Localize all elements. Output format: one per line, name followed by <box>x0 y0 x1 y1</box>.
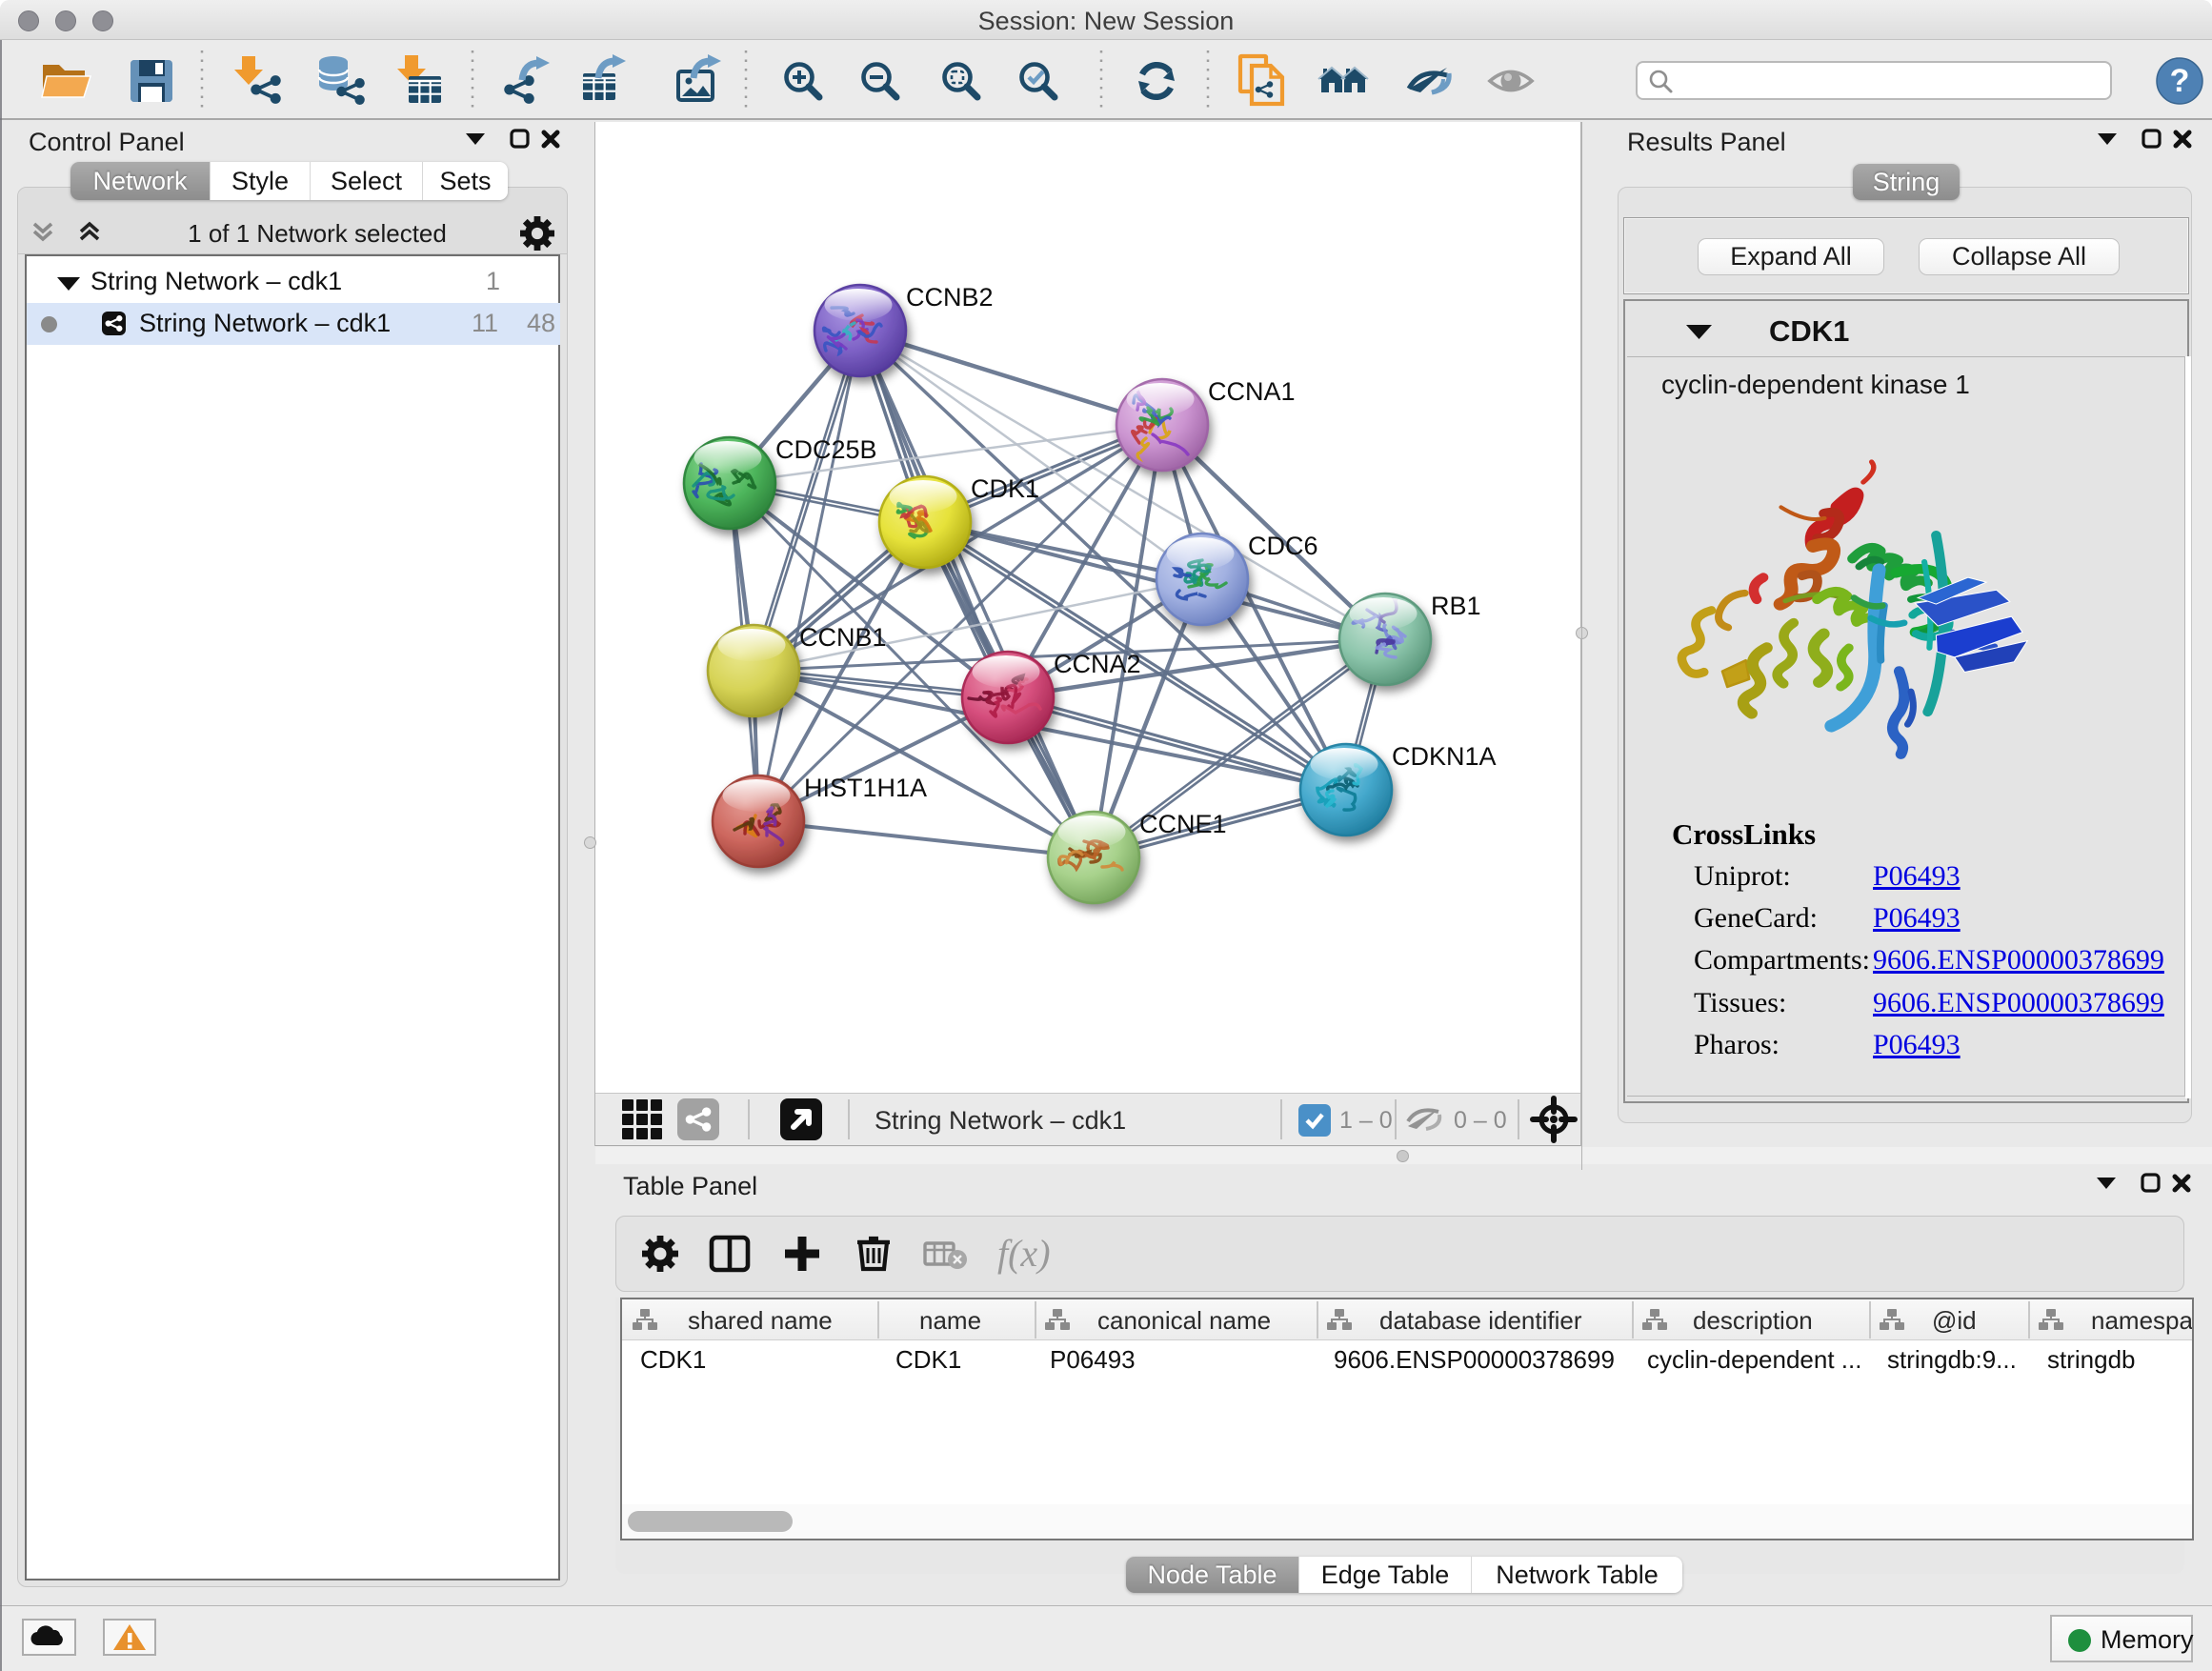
svg-text:@id: @id <box>1932 1306 1977 1335</box>
svg-text:CCNE1: CCNE1 <box>1139 810 1227 838</box>
svg-text:String Network – cdk1: String Network – cdk1 <box>875 1106 1126 1135</box>
svg-text:f(x): f(x) <box>997 1232 1051 1275</box>
svg-text:namespac: namespac <box>2091 1306 2192 1335</box>
svg-text:1 – 0: 1 – 0 <box>1339 1107 1393 1134</box>
svg-text:name: name <box>919 1306 981 1335</box>
svg-text:database identifier: database identifier <box>1379 1306 1582 1335</box>
svg-text:description: description <box>1693 1306 1813 1335</box>
svg-text:CDC6: CDC6 <box>1248 532 1318 560</box>
svg-text:CDK1: CDK1 <box>971 474 1039 503</box>
svg-text:CCNB2: CCNB2 <box>906 283 994 312</box>
svg-text:HIST1H1A: HIST1H1A <box>804 774 927 802</box>
svg-text:CDC25B: CDC25B <box>775 435 877 464</box>
svg-text:CDKN1A: CDKN1A <box>1392 742 1497 771</box>
svg-text:CCNB1: CCNB1 <box>799 623 887 652</box>
svg-text:canonical name: canonical name <box>1097 1306 1271 1335</box>
svg-text:RB1: RB1 <box>1431 592 1481 620</box>
svg-text:CCNA1: CCNA1 <box>1208 377 1296 406</box>
svg-text:shared name: shared name <box>688 1306 833 1335</box>
svg-text:?: ? <box>2170 63 2190 99</box>
svg-text:0 – 0: 0 – 0 <box>1454 1107 1507 1134</box>
svg-text:CCNA2: CCNA2 <box>1054 650 1141 678</box>
